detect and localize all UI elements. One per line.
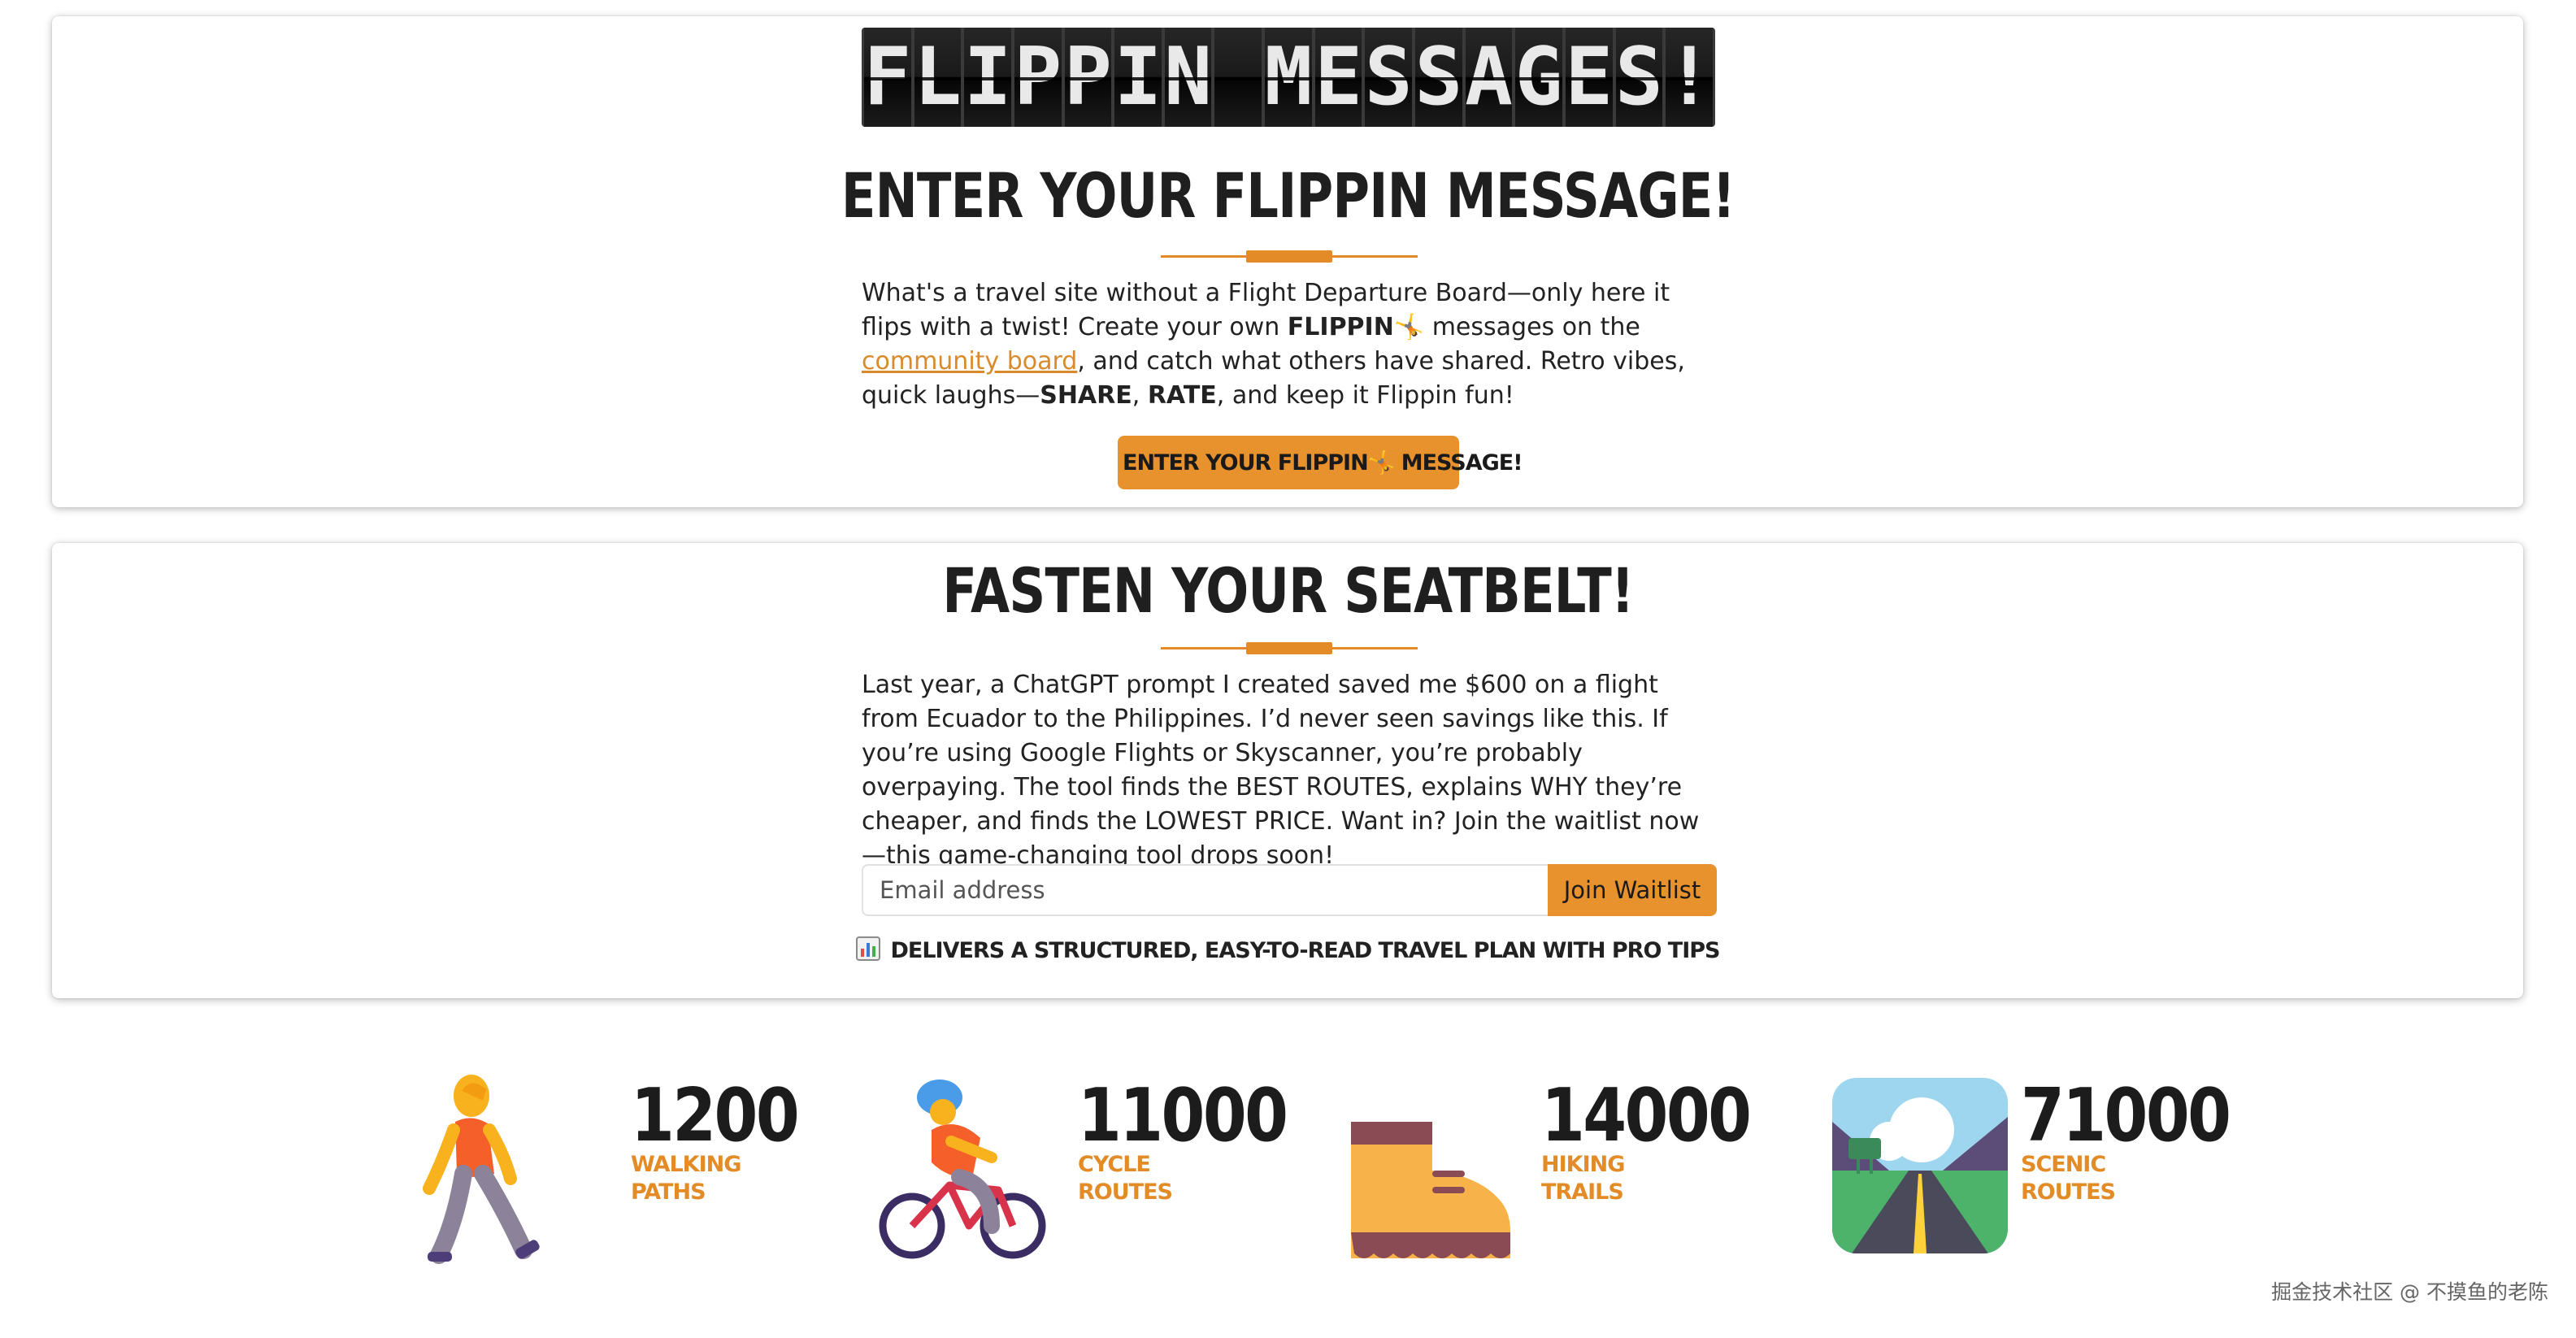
logo-flap: P [1014, 28, 1062, 127]
cta-label: ENTER YOUR FLIPPIN [1123, 450, 1369, 476]
pro-tips-note: DELIVERS A STRUCTURED, EASY-TO-READ TRAV… [0, 936, 2576, 967]
intro-paragraph: What's a travel site without a Flight De… [862, 276, 1720, 413]
intro-text: , and keep it Flippin fun! [1216, 381, 1514, 410]
stat-number: 11000 [1078, 1073, 1288, 1158]
logo-flap: F [864, 28, 911, 127]
logo-flap: I [1114, 28, 1162, 127]
join-waitlist-button[interactable]: Join Waitlist [1548, 864, 1717, 916]
logo-flap: ! [1666, 28, 1713, 127]
stat-label: CYCLE ROUTES [1078, 1152, 1173, 1205]
logo-flap: S [1415, 28, 1462, 127]
stat-number: 1200 [631, 1073, 800, 1158]
enter-flippin-message-button[interactable]: ENTER YOUR FLIPPIN🤸 MESSAGE! [1118, 436, 1523, 489]
rate-bold: RATE [1147, 381, 1217, 410]
cyclist-icon [879, 1080, 1046, 1259]
gymnast-icon: 🤸 [1393, 313, 1425, 341]
stat-label: WALKING PATHS [631, 1152, 741, 1205]
watermark-text: 掘金技术社区 @ 不摸鱼的老陈 [2271, 1280, 2548, 1304]
cta-label: MESSAGE! [1394, 450, 1523, 476]
logo-flap: S [1615, 28, 1663, 127]
intro-text: messages on the [1424, 313, 1640, 341]
section-title: FASTEN YOUR SEATBELT! [942, 554, 1634, 627]
stat-label: HIKING TRAILS [1541, 1152, 1625, 1205]
pro-tips-text: DELIVERS A STRUCTURED, EASY-TO-READ TRAV… [890, 938, 1720, 963]
waitlist-form: Join Waitlist [862, 864, 1717, 916]
scenic-road-icon [1832, 1078, 2008, 1253]
hiking-boot-icon [1351, 1122, 1510, 1258]
logo-flap: I [964, 28, 1011, 127]
logo-flap: N [1164, 28, 1212, 127]
logo-flap: E [1565, 28, 1613, 127]
logo-flap: P [1064, 28, 1112, 127]
section-title: ENTER YOUR FLIPPIN MESSAGE! [841, 159, 1735, 232]
title-divider-accent [1246, 642, 1332, 654]
stat-number: 71000 [2021, 1073, 2231, 1158]
logo-flap: M [1265, 28, 1312, 127]
logo-flap: A [1465, 28, 1513, 127]
logo-flap: G [1515, 28, 1562, 127]
stat-label: SCENIC ROUTES [2021, 1152, 2116, 1205]
flippin-messages-logo: F L I P P I N M E S S A G E S ! [862, 28, 1715, 127]
stat-number: 14000 [1541, 1073, 1752, 1158]
flippin-bold: FLIPPIN [1287, 313, 1394, 341]
walking-person-icon [423, 1075, 540, 1264]
intro-text: , [1132, 381, 1148, 410]
community-board-link[interactable]: community board [862, 347, 1077, 376]
logo-flap: L [914, 28, 962, 127]
title-divider-accent [1246, 250, 1332, 263]
gymnast-icon: 🤸 [1367, 450, 1396, 476]
email-input[interactable] [862, 864, 1548, 916]
logo-flap [1214, 28, 1262, 127]
bar-chart-icon [856, 936, 881, 967]
logo-flap: S [1365, 28, 1413, 127]
logo-flap: E [1314, 28, 1362, 127]
share-bold: SHARE [1040, 381, 1132, 410]
waitlist-paragraph: Last year, a ChatGPT prompt I created sa… [862, 671, 1700, 870]
